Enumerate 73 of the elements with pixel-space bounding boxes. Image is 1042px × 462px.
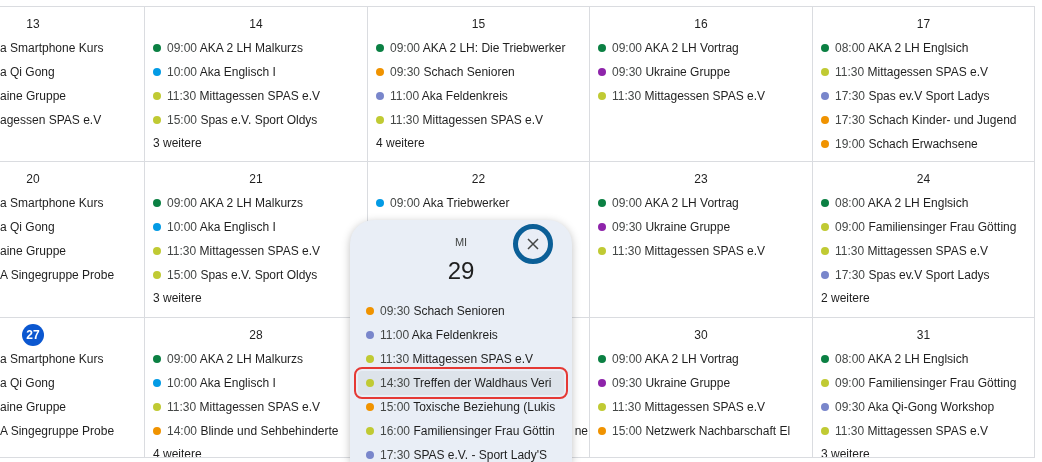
event-chip[interactable]: 11:30 Mittagessen SPAS e.V (368, 108, 589, 132)
event-chip[interactable]: a Smartphone Kurs (0, 347, 144, 371)
event-chip[interactable]: a Qi Gong (0, 215, 144, 239)
event-chip[interactable]: 15:00 Spas e.V. Sport Oldys (145, 108, 367, 132)
more-events-link[interactable]: 4 weitere (368, 135, 425, 151)
day-number[interactable]: 24 (912, 168, 935, 190)
event-chip[interactable]: 08:00 AKA 2 LH Englsich (813, 36, 1034, 60)
event-chip[interactable]: a Smartphone Kurs (0, 36, 144, 60)
event-chip[interactable]: aine Gruppe (0, 239, 144, 263)
event-chip[interactable]: 09:00 AKA 2 LH Vortrag (590, 36, 812, 60)
event-chip[interactable]: 17:30 Schach Kinder- und Jugend (813, 108, 1034, 132)
event-chip[interactable]: 08:00 AKA 2 LH Englsich (813, 347, 1034, 371)
day-number[interactable]: 20 (22, 168, 44, 190)
event-chip[interactable]: 09:30 Schach Senioren (358, 299, 564, 323)
event-chip[interactable]: 09:30 Schach Senioren (368, 60, 589, 84)
day-number[interactable]: 14 (245, 13, 267, 35)
event-chip[interactable]: 15:00 Netzwerk Nachbarschaft El (590, 419, 812, 443)
event-chip[interactable]: 17:30 SPAS e.V. - Sport Lady'S (358, 443, 564, 462)
event-chip[interactable]: 11:30 Mittagessen SPAS e.V (813, 60, 1034, 84)
event-chip[interactable]: 17:30 Spas ev.V Sport Ladys (813, 263, 1034, 287)
event-chip[interactable]: 11:30 Mittagessen SPAS e.V (145, 84, 367, 108)
event-chip[interactable]: 09:00 AKA 2 LH Vortrag (590, 347, 812, 371)
event-chip[interactable]: 11:30 Mittagessen SPAS e.V (145, 239, 367, 263)
day-number[interactable]: 13 (22, 13, 44, 35)
event-chip[interactable]: 09:00 Familiensinger Frau Götting (813, 215, 1034, 239)
event-chip[interactable]: 17:30 Spas ev.V Sport Ladys (813, 84, 1034, 108)
day-number[interactable]: 23 (690, 168, 712, 190)
event-chip[interactable]: 09:30 Ukraine Gruppe (590, 215, 812, 239)
event-chip[interactable]: a Smartphone Kurs (0, 191, 144, 215)
day-number[interactable]: 31 (912, 324, 935, 346)
event-chip[interactable]: 11:30 Mittagessen SPAS e.V (813, 239, 1034, 263)
event-chip[interactable]: A Singegruppe Probe (0, 419, 144, 443)
event-chip[interactable]: a Qi Gong (0, 371, 144, 395)
popup-weekday: MI (454, 236, 468, 248)
day-number[interactable]: 28 (245, 324, 267, 346)
more-events-link[interactable]: 3 weitere (145, 290, 202, 306)
more-events-link[interactable]: 3 weitere (145, 135, 202, 151)
day-number[interactable]: 21 (245, 168, 267, 190)
event-chip[interactable]: aine Gruppe (0, 84, 144, 108)
event-chip[interactable]: a Qi Gong (0, 60, 144, 84)
event-chip[interactable]: 11:00 Aka Feldenkreis (358, 323, 564, 347)
event-chip[interactable]: 11:30 Mittagessen SPAS e.V (590, 395, 812, 419)
day-number[interactable]: 22 (467, 168, 490, 190)
event-chip[interactable]: 09:30 Aka Qi-Gong Workshop (813, 395, 1034, 419)
event-chip[interactable]: 19:00 Schach Erwachsene (813, 132, 1034, 156)
event-chip[interactable]: 11:00 Aka Feldenkreis (368, 84, 589, 108)
event-chip[interactable]: 10:00 Aka Englisch I (145, 60, 367, 84)
event-chip[interactable]: 09:00 Aka Triebwerker (368, 191, 589, 215)
event-chip[interactable]: agessen SPAS e.V (0, 108, 144, 132)
event-chip[interactable]: 10:00 Aka Englisch I (145, 215, 367, 239)
more-events-link[interactable]: 2 weitere (813, 290, 870, 306)
event-chip[interactable]: 09:00 AKA 2 LH: Die Triebwerker (368, 36, 589, 60)
day-number[interactable]: 27 (22, 324, 44, 346)
event-chip[interactable]: 08:00 AKA 2 LH Englsich (813, 191, 1034, 215)
event-chip[interactable]: 09:00 AKA 2 LH Malkurzs (145, 191, 367, 215)
day-number[interactable]: 30 (690, 324, 712, 346)
close-icon (527, 238, 539, 250)
event-chip[interactable]: 09:00 AKA 2 LH Malkurzs (145, 36, 367, 60)
event-chip[interactable]: aine Gruppe (0, 395, 144, 419)
close-button[interactable] (513, 224, 553, 264)
day-number[interactable]: 15 (467, 13, 490, 35)
event-chip[interactable]: 11:30 Mittagessen SPAS e.V (590, 239, 812, 263)
event-chip[interactable]: 11:30 Mittagessen SPAS e.V (813, 419, 1034, 443)
day-number[interactable]: 17 (912, 13, 935, 35)
popup-day-number: 29 (447, 257, 475, 285)
event-chip[interactable]: 09:30 Ukraine Gruppe (590, 60, 812, 84)
event-chip[interactable]: 09:00 Familiensinger Frau Götting (813, 371, 1034, 395)
event-chip[interactable]: 15:00 Spas e.V. Sport Oldys (145, 263, 367, 287)
event-chip[interactable]: 11:30 Mittagessen SPAS e.V (590, 84, 812, 108)
event-chip[interactable]: 09:00 AKA 2 LH Vortrag (590, 191, 812, 215)
event-chip[interactable]: A Singegruppe Probe (0, 263, 144, 287)
day-number[interactable]: 16 (690, 13, 712, 35)
event-chip[interactable]: 09:30 Ukraine Gruppe (590, 371, 812, 395)
